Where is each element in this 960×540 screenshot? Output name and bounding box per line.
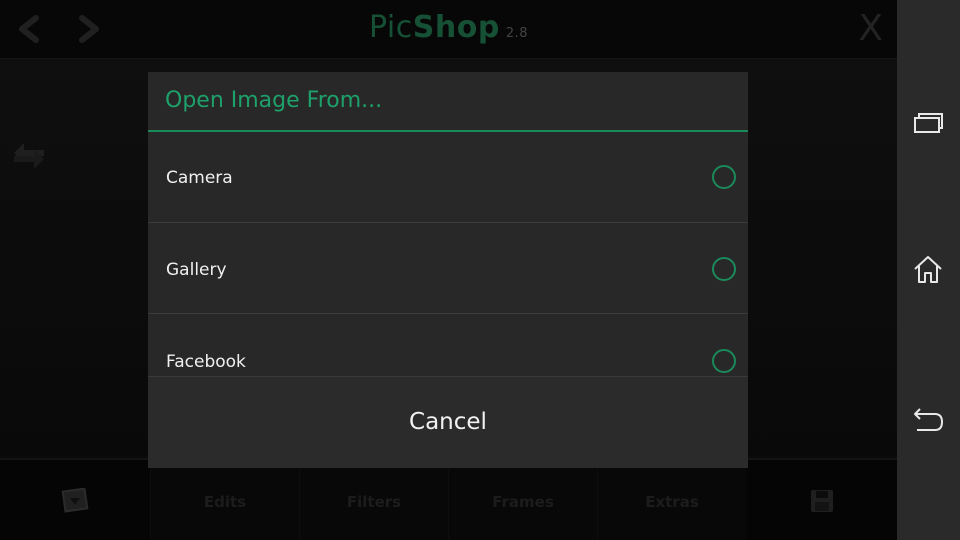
home-icon[interactable] — [911, 252, 945, 286]
radio-button[interactable] — [712, 165, 736, 189]
radio-button[interactable] — [712, 349, 736, 373]
option-label: Gallery — [166, 260, 227, 280]
cancel-button[interactable]: Cancel — [148, 377, 748, 468]
option-label: Facebook — [166, 352, 246, 372]
option-gallery[interactable]: Gallery — [148, 223, 748, 314]
app-window: PicShop 2.8 X Edits Filters Frames Extras… — [0, 0, 897, 540]
option-camera[interactable]: Camera — [148, 132, 748, 223]
recent-apps-icon[interactable] — [911, 106, 945, 140]
option-facebook[interactable]: Facebook — [148, 315, 748, 377]
dialog-title: Open Image From... — [165, 88, 383, 113]
option-label: Camera — [166, 168, 233, 188]
back-arrow-icon[interactable] — [911, 404, 945, 438]
system-navigation-bar — [897, 0, 960, 540]
open-image-dialog: Open Image From... Camera Gallery Facebo… — [148, 72, 748, 468]
radio-button[interactable] — [712, 257, 736, 281]
